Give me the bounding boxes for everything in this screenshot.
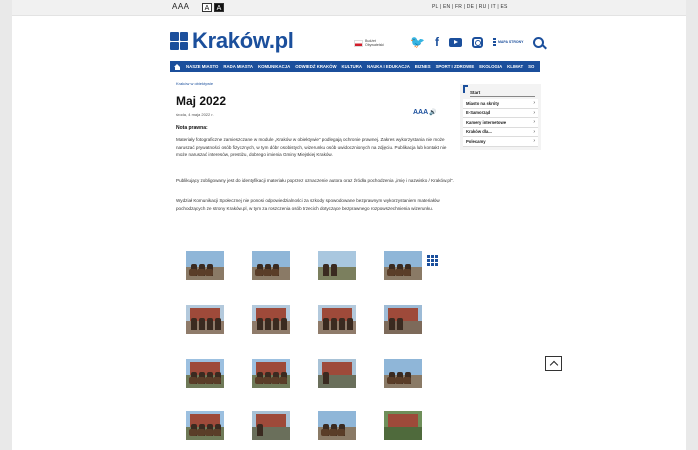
search-icon[interactable] [533,36,545,48]
text-size-label[interactable]: AAA [413,109,428,116]
back-to-top-button[interactable] [545,356,562,371]
speaker-icon[interactable]: 🔊 [429,110,436,116]
nav-item-sport[interactable]: SPORT I ZDROWIE [436,64,475,69]
gallery-photo[interactable] [186,305,224,334]
language-switcher[interactable]: PL | EN | FR | DE | RU | IT | ES [432,4,508,10]
site-logo[interactable]: Kraków.pl [170,28,294,54]
gallery-photo[interactable] [384,359,422,388]
contrast-normal-button[interactable]: A [202,3,212,12]
nav-item-nauka[interactable]: NAUKA I EDUKACJA [367,64,410,69]
logo-icon [170,32,188,50]
nav-item-rada-miasta[interactable]: RADA MIASTA [223,64,253,69]
bracket-icon [463,85,468,93]
sidebar-item-esamorzad[interactable]: E-Samorząd › [463,108,538,118]
page-title: Maj 2022 [176,94,227,108]
sidebar-item-label: E-Samorząd [466,110,491,116]
page-wrapper: AAA A A PL | EN | FR | DE | RU | IT | ES… [12,0,686,450]
logo-text: Kraków.pl [192,28,294,53]
sidebar: Start Miasto na skróty › E-Samorząd › Kame… [460,84,541,150]
gallery-photo[interactable] [318,251,356,280]
gallery-photo[interactable] [252,359,290,388]
budget-text: Budżet Obywatelski [365,39,384,47]
legal-paragraph-1: Materiały fotograficzne zamieszczane w m… [176,137,447,158]
facebook-icon[interactable]: f [435,35,439,49]
site-header: Kraków.pl Budżet Obywatelski 🐦 f MAPA ST… [12,16,686,60]
flag-icon [354,39,363,47]
nav-item-ekologia[interactable]: EKOLOGIA [479,64,502,69]
sidebar-item-label: Miasto na skróty [466,100,500,106]
sidebar-item-label: Kraków dla... [466,129,492,135]
nav-item-kultura[interactable]: KULTURA [342,64,362,69]
chevron-right-icon: › [533,119,535,126]
youtube-icon[interactable] [448,37,462,47]
sidebar-item-krakow-dla[interactable]: Kraków dla... › [463,127,538,137]
gallery-photo[interactable] [252,411,290,440]
twitter-icon[interactable]: 🐦 [410,35,425,49]
gallery-photo[interactable] [186,359,224,388]
nav-item-odwiedz-krakow[interactable]: ODWIEDŹ KRAKÓW [295,64,336,69]
sidebar-heading[interactable]: Start [470,90,535,97]
chevron-right-icon: › [533,138,535,145]
instagram-icon[interactable] [471,36,483,48]
page-background: AAA A A PL | EN | FR | DE | RU | IT | ES… [0,0,698,450]
text-size-control[interactable]: AAA🔊 [413,109,437,116]
nav-item-klimat[interactable]: KLIMAT [507,64,523,69]
gallery-photo[interactable] [384,305,422,334]
gallery-photo[interactable] [318,411,356,440]
social-links: 🐦 f MAPA STRONY [410,35,545,49]
nav-item-komunikacja[interactable]: KOMUNIKACJA [258,64,290,69]
gallery-photo[interactable] [318,359,356,388]
sidebar-header: Start [463,84,538,99]
nav-item-so[interactable]: SO [528,64,534,69]
nav-item-nasze-miasto[interactable]: NASZE MIASTO [186,64,218,69]
sidebar-item-label: Polecamy [466,138,486,144]
breadcrumb[interactable]: Kraków w obiektywie [176,81,213,86]
gallery-photo[interactable] [384,411,422,440]
sidebar-item-label: Kamery internetowe [466,119,507,125]
nav-item-biznes[interactable]: BIZNES [415,64,431,69]
chevron-right-icon: › [533,109,535,116]
gallery-photo[interactable] [318,305,356,334]
home-icon[interactable] [174,63,181,70]
font-size-label[interactable]: AAA [172,2,190,11]
utility-bar: AAA A A PL | EN | FR | DE | RU | IT | ES [12,0,686,16]
sitemap-link[interactable]: MAPA STRONY [492,38,524,46]
main-nav: NASZE MIASTO RADA MIASTA KOMUNIKACJA ODW… [170,61,540,72]
grid-view-icon[interactable] [427,255,438,266]
legal-note-heading: Nota prawna: [176,125,208,131]
sidebar-item-kamery[interactable]: Kamery internetowe › [463,118,538,128]
sitemap-label: MAPA STRONY [497,40,524,44]
publish-date: środa, 4 maja 2022 r. [176,112,214,117]
budget-link[interactable]: Budżet Obywatelski [354,39,393,47]
legal-paragraph-2: Publikujący zobligowany jest do identyfi… [176,178,454,183]
gallery-photo[interactable] [252,305,290,334]
gallery-photo[interactable] [186,251,224,280]
gallery-photo[interactable] [252,251,290,280]
sitemap-icon [492,38,496,46]
legal-paragraph-3: Wydział Komunikacji Społecznej nie ponos… [176,198,440,211]
contrast-switch: A A [202,3,224,12]
gallery-photo[interactable] [384,251,422,280]
gallery-photo[interactable] [186,411,224,440]
sidebar-item-miasto[interactable]: Miasto na skróty › [463,99,538,109]
sidebar-item-polecamy[interactable]: Polecamy › [463,137,538,147]
chevron-right-icon: › [533,128,535,135]
chevron-right-icon: › [533,100,535,107]
font-size-control[interactable]: AAA [172,2,190,11]
contrast-high-button[interactable]: A [214,3,224,12]
